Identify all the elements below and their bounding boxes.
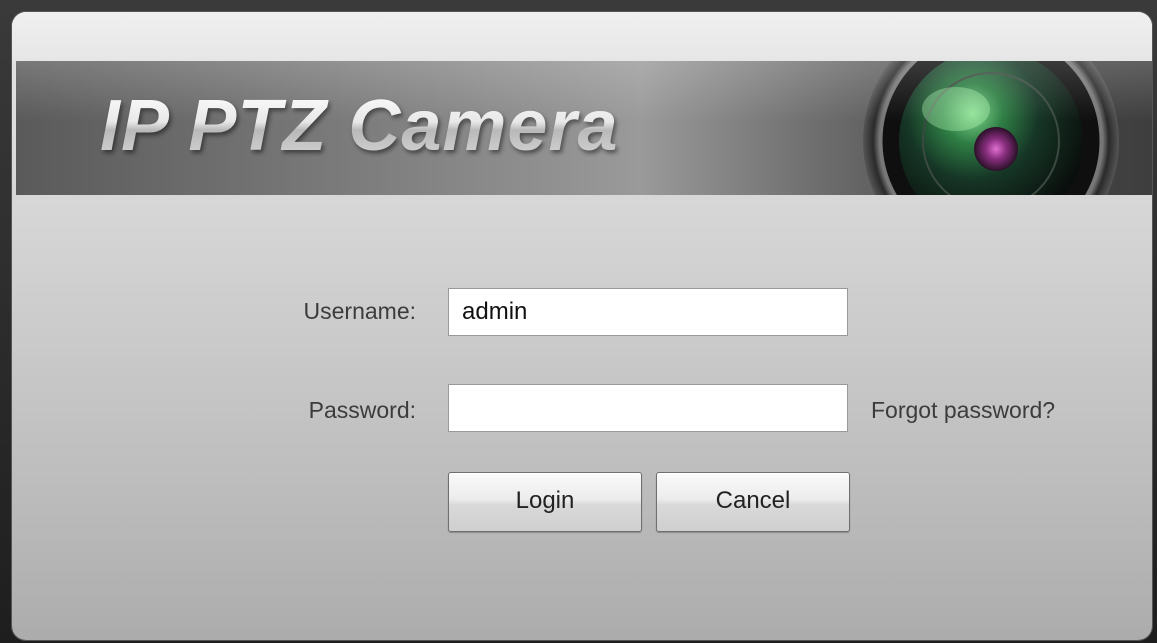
app-frame: IP PTZ Camera Username: admin Password: … (0, 0, 1157, 643)
password-input[interactable] (448, 384, 848, 432)
dialog-top-strip (12, 12, 1152, 61)
username-label: Username: (303, 298, 416, 324)
login-dialog: IP PTZ Camera Username: admin Password: … (12, 12, 1152, 640)
brand-title: IP PTZ Camera (100, 86, 619, 166)
forgot-password-link[interactable]: Forgot password? (871, 397, 1055, 424)
login-button[interactable]: Login (448, 472, 642, 532)
header-banner: IP PTZ Camera (16, 61, 1152, 195)
username-input[interactable] (448, 288, 848, 336)
cancel-button[interactable]: Cancel (656, 472, 850, 532)
password-label: Password: (308, 397, 416, 423)
camera-lens-icon (863, 61, 1119, 195)
